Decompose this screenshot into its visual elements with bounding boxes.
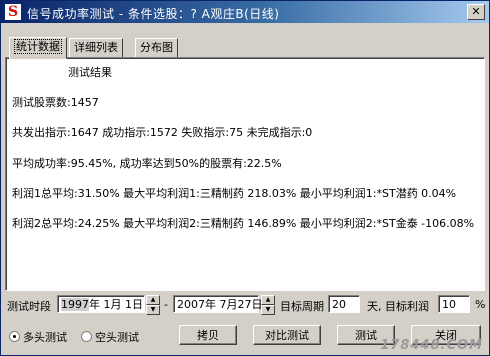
app-logo-icon: S <box>5 4 21 20</box>
profit2-line: 利润2总平均:24.25% 最大平均利润2:三精制药 146.89% 最小平均利… <box>12 217 475 230</box>
profit1-line: 利润1总平均:31.50% 最大平均利润1:三精制药 218.03% 最小平均利… <box>12 187 457 200</box>
results-title: 测试结果 <box>68 66 112 79</box>
copy-button[interactable]: 拷贝 <box>179 325 237 345</box>
radio-short-test[interactable] <box>81 331 92 342</box>
target-period-label: 目标周期 <box>280 300 324 313</box>
start-year-value: 1997 <box>61 298 89 311</box>
radio-long-test[interactable] <box>9 331 20 342</box>
site-watermark: 178448.COM <box>380 338 483 353</box>
spin-up-icon[interactable]: ▲ <box>146 295 160 305</box>
success-rate-line: 平均成功率:95.45%, 成功率达到50%的股票有:22.5% <box>12 157 282 170</box>
title-bar[interactable]: S 信号成功率测试 - 条件选股：? A观庄B(日线) ✕ <box>1 1 489 23</box>
target-profit-label: 天, 目标利润 <box>367 300 429 313</box>
start-date-spinner[interactable]: ▲ ▼ <box>146 295 160 315</box>
target-period-input[interactable]: 20 <box>328 295 360 313</box>
spin-down-icon[interactable]: ▼ <box>146 305 160 315</box>
start-date-field[interactable]: 1997年 1月 1日 <box>57 295 145 313</box>
stock-count-line: 测试股票数:1457 <box>12 96 99 109</box>
radio-short-label[interactable]: 空头测试 <box>95 329 139 345</box>
results-panel: 测试结果 测试股票数:1457 共发出指示:1647 成功指示:1572 失败指… <box>5 57 485 291</box>
percent-sign: % <box>475 298 486 311</box>
close-window-button[interactable]: ✕ <box>467 4 485 20</box>
end-date-spinner[interactable]: ▲ ▼ <box>261 295 275 315</box>
tab-statistics-label: 统计数据 <box>14 39 62 54</box>
tab-statistics[interactable]: 统计数据 <box>9 37 67 59</box>
spin-down-icon[interactable]: ▼ <box>261 305 275 315</box>
tab-distribution[interactable]: 分布图 <box>135 38 178 58</box>
window-title: 信号成功率测试 - 条件选股：? A观庄B(日线) <box>27 7 280 21</box>
date-separator: - <box>164 298 168 311</box>
target-profit-input[interactable]: 10 <box>438 295 470 313</box>
tab-detail-list[interactable]: 详细列表 <box>69 38 123 58</box>
period-label: 测试时段 <box>7 300 51 313</box>
start-date-rest: 年 1月 1日 <box>89 298 143 311</box>
test-window: S 信号成功率测试 - 条件选股：? A观庄B(日线) ✕ 统计数据 详细列表 … <box>0 0 490 356</box>
tab-distribution-label: 分布图 <box>140 41 173 54</box>
end-date-field[interactable]: 2007年 7月27日 <box>173 295 263 313</box>
signals-line: 共发出指示:1647 成功指示:1572 失败指示:75 未完成指示:0 <box>12 126 313 139</box>
tab-detail-list-label: 详细列表 <box>74 41 118 54</box>
radio-long-label[interactable]: 多头测试 <box>23 329 67 345</box>
compare-test-button[interactable]: 对比测试 <box>253 325 321 345</box>
date-range-row: 测试时段 1997年 1月 1日 ▲ ▼ - 2007年 7月27日 ▲ ▼ 目… <box>1 294 489 316</box>
spin-up-icon[interactable]: ▲ <box>261 295 275 305</box>
